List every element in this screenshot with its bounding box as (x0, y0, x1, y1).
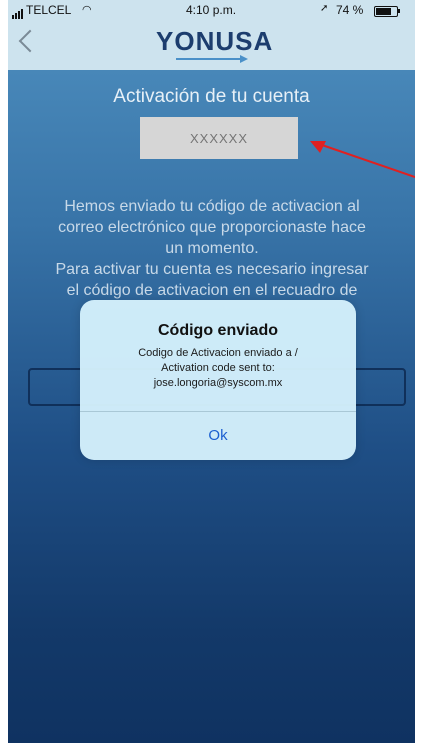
alert-title: Código enviado (158, 322, 278, 339)
wifi-icon: ◠ (82, 4, 92, 16)
alert-ok-button[interactable]: Ok (80, 412, 356, 460)
alert-email: jose.longoria@syscom.mx (153, 377, 283, 389)
back-chevron-icon[interactable] (18, 29, 42, 53)
activation-instructions: Hemos enviado tu código de activacion al… (22, 196, 402, 301)
page-title: Activación de tu cuenta (113, 86, 310, 107)
logo-arrow-icon (176, 55, 248, 63)
alert-message-line: Codigo de Activacion enviado a / (138, 347, 298, 359)
logo-text: YONUSA (156, 26, 274, 56)
app-logo: YONUSA (156, 26, 272, 63)
alert-message: Codigo de Activacion enviado a / Activat… (90, 346, 346, 391)
annotation-arrow-icon (310, 141, 415, 178)
location-icon: ➚ (320, 3, 329, 14)
code-sent-alert: Código enviado Codigo de Activacion envi… (80, 300, 356, 460)
activation-code-input[interactable] (140, 117, 298, 159)
instruction-line: el código de activacion en el recuadro d… (66, 282, 358, 299)
status-bar: TELCEL ◠ 4:10 p.m. ➚ 74 % (8, 0, 415, 20)
battery-icon (374, 6, 398, 17)
battery-percent: 74 % (336, 3, 364, 17)
carrier-name: TELCEL (26, 3, 72, 17)
phone-screen: TELCEL ◠ 4:10 p.m. ➚ 74 % YONUSA Activac… (8, 0, 415, 743)
instruction-line: Hemos enviado tu código de activacion al (64, 198, 360, 215)
instruction-line: un momento. (165, 240, 259, 257)
battery-tip (398, 9, 400, 13)
top-bar: TELCEL ◠ 4:10 p.m. ➚ 74 % YONUSA (8, 0, 415, 70)
instruction-line: Para activar tu cuenta es necesario ingr… (55, 261, 369, 278)
alert-message-line: Activation code sent to: (161, 362, 275, 374)
signal-icon (12, 5, 24, 19)
status-time: 4:10 p.m. (186, 3, 237, 17)
instruction-line: correo electrónico que proporcionaste ha… (58, 219, 366, 236)
